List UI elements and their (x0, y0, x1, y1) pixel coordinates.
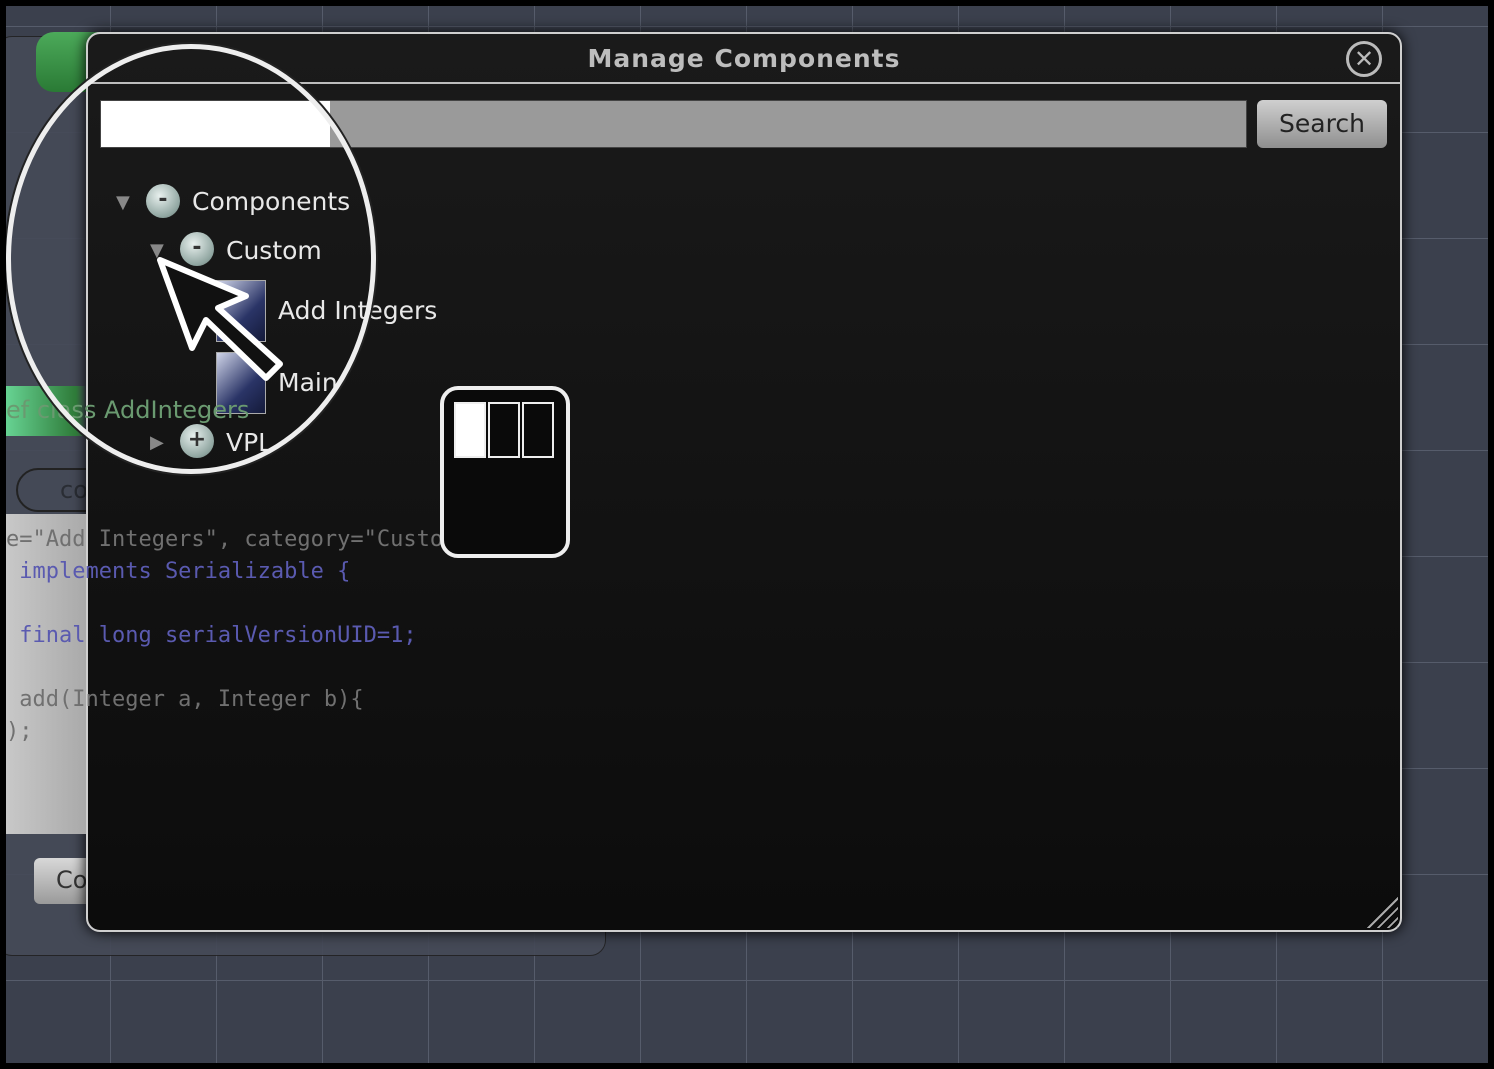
document-icon (216, 280, 266, 342)
layout-pane (522, 402, 554, 458)
tree-item-add-integers[interactable]: Add Integers (278, 296, 437, 325)
plus-circle-icon[interactable]: + (180, 424, 214, 458)
expand-triangle-icon[interactable]: ▼ (116, 192, 130, 213)
expand-triangle-icon[interactable]: ▼ (150, 240, 164, 261)
search-input[interactable] (100, 100, 1247, 148)
dialog-title: Manage Components (88, 34, 1400, 84)
close-icon[interactable]: ✕ (1346, 41, 1382, 77)
search-button[interactable]: Search (1257, 100, 1387, 148)
layout-pane (454, 402, 486, 458)
tree-item-custom[interactable]: Custom (226, 236, 322, 265)
workspace-canvas: Stop ef class AddIntegers compile e="Add… (6, 6, 1488, 1063)
diagram-icon (216, 352, 266, 414)
collapse-triangle-icon[interactable]: ▶ (150, 432, 164, 453)
minus-circle-icon[interactable]: - (180, 232, 214, 266)
tree-item-components[interactable]: Components (192, 187, 350, 216)
tree-item-main[interactable]: Main (278, 368, 338, 397)
layout-pane (488, 402, 520, 458)
minus-circle-icon[interactable]: - (146, 184, 180, 218)
manage-components-dialog: Manage Components ✕ Search ▼ - Component… (86, 32, 1402, 932)
three-pane-layout-icon[interactable] (440, 386, 570, 558)
tree-item-vpl[interactable]: VPL (226, 428, 272, 457)
resize-grip-icon[interactable] (1364, 894, 1398, 928)
